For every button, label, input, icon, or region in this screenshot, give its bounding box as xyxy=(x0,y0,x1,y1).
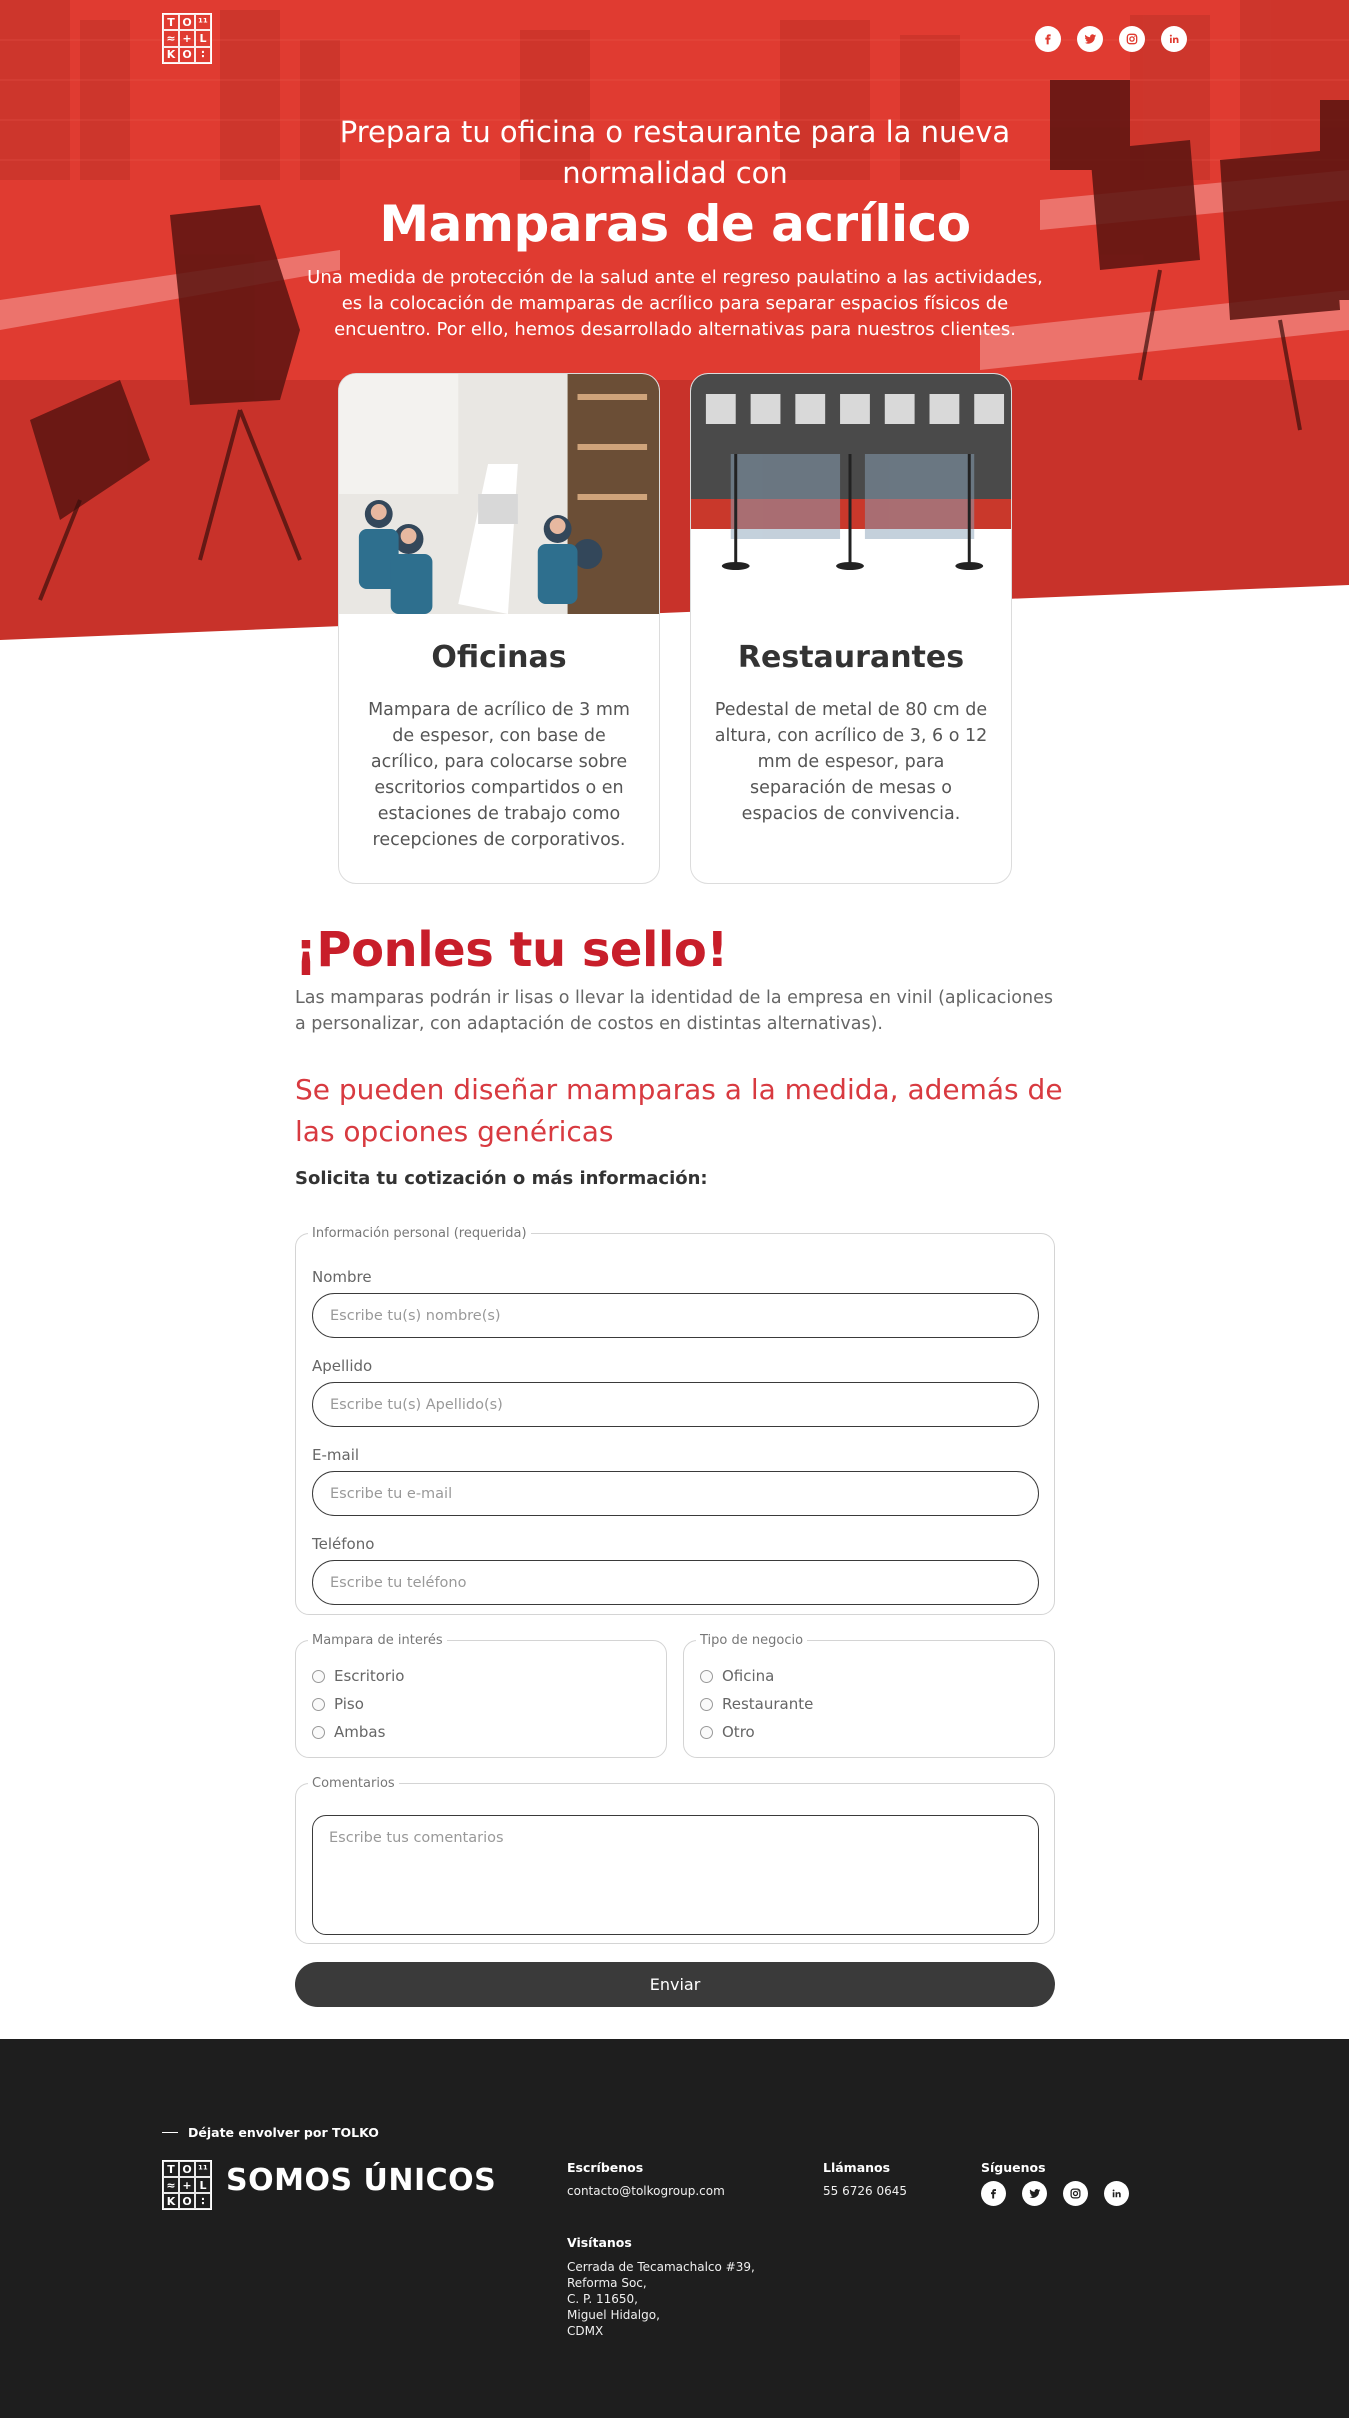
nombre-label: Nombre xyxy=(312,1268,372,1286)
email-link[interactable]: contacto@tolkogroup.com xyxy=(567,2183,725,2199)
card-restaurantes: Restaurantes Pedestal de metal de 80 cm … xyxy=(690,373,1012,884)
logo-cell: O xyxy=(179,2193,195,2209)
logo-cell: ≈ xyxy=(163,2177,179,2193)
tagline-text: Déjate envolver por TOLKO xyxy=(188,2125,379,2140)
logo-cell: K xyxy=(163,46,179,63)
address-line: C. P. 11650, xyxy=(567,2292,638,2306)
mampara-fieldset: Mampara de interés Escritorio Piso Ambas xyxy=(295,1633,667,1758)
address-block: Cerrada de Tecamachalco #39, Reforma Soc… xyxy=(567,2259,755,2339)
logo-cell: ∶ xyxy=(195,2193,211,2209)
comentarios-fieldset: Comentarios xyxy=(295,1776,1055,1944)
logo-cell: + xyxy=(179,2177,195,2193)
restaurant-photo xyxy=(691,374,1011,614)
hero-subtitle: Prepara tu oficina o restaurante para la… xyxy=(339,115,1011,190)
quote-cta: Solicita tu cotización o más información… xyxy=(295,1168,708,1189)
facebook-icon[interactable] xyxy=(1035,26,1061,52)
radio-button[interactable] xyxy=(700,1697,713,1711)
logo-cell: T xyxy=(163,14,179,31)
escribenos-title: Escríbenos xyxy=(567,2160,644,2175)
logo-cell: O xyxy=(179,14,195,31)
radio-oficina[interactable]: Oficina xyxy=(700,1667,774,1685)
radio-button[interactable] xyxy=(312,1697,325,1711)
personal-info-legend: Información personal (requerida) xyxy=(312,1226,527,1241)
radio-label: Restaurante xyxy=(722,1695,814,1713)
email-label: E-mail xyxy=(312,1446,360,1464)
mampara-legend: Mampara de interés xyxy=(312,1633,443,1648)
card-title: Restaurantes xyxy=(737,640,965,675)
siguenos-title: Síguenos xyxy=(981,2160,1046,2175)
address-line: CDMX xyxy=(567,2324,604,2338)
card-oficinas: Oficinas Mampara de acrílico de 3 mm de … xyxy=(338,373,660,884)
sello-subtitle: Se pueden diseñar mamparas a la medida, … xyxy=(295,1073,1063,1148)
logo-cell: ∶ xyxy=(195,46,211,63)
radio-label: Oficina xyxy=(722,1667,775,1685)
negocio-fieldset: Tipo de negocio Oficina Restaurante Otro xyxy=(683,1633,1055,1758)
twitter-icon[interactable] xyxy=(1077,26,1103,52)
radio-restaurante[interactable]: Restaurante xyxy=(700,1695,813,1713)
radio-piso[interactable]: Piso xyxy=(312,1695,364,1713)
telefono-label: Teléfono xyxy=(312,1535,375,1553)
linkedin-icon[interactable] xyxy=(1104,2181,1129,2206)
footer-social-links xyxy=(981,2181,1129,2206)
sello-text: Las mamparas podrán ir lisas o llevar la… xyxy=(295,988,1053,1034)
negocio-legend: Tipo de negocio xyxy=(700,1633,804,1648)
hero-description: Una medida de protección de la salud ant… xyxy=(307,267,1043,340)
radio-label: Otro xyxy=(722,1723,755,1741)
card-text: Pedestal de metal de 80 cm de altura, co… xyxy=(714,700,988,824)
nombre-input[interactable] xyxy=(312,1293,1039,1338)
footer-tagline: Déjate envolver por TOLKO xyxy=(162,2125,379,2140)
enviar-button[interactable]: Enviar xyxy=(295,1962,1055,2007)
footer-logo[interactable]: T O ¹¹ ≈ + L K O ∶ xyxy=(162,2160,212,2210)
footer-brand: SOMOS ÚNICOS xyxy=(226,2163,497,2198)
sello-title: ¡Ponles tu sello! xyxy=(295,922,728,978)
llamanos-title: Llámanos xyxy=(823,2160,891,2175)
logo-cell: T xyxy=(163,2161,179,2177)
personal-info-fieldset: Información personal (requerida) Nombre … xyxy=(295,1226,1055,1615)
radio-label: Escritorio xyxy=(334,1667,405,1685)
visitanos-title: Visítanos xyxy=(567,2235,632,2250)
logo-cell: K xyxy=(163,2193,179,2209)
logo-cell: O xyxy=(179,46,195,63)
tolko-logo[interactable]: T O ¹¹ ≈ + L K O ∶ xyxy=(162,13,212,64)
radio-escritorio[interactable]: Escritorio xyxy=(312,1667,404,1685)
radio-label: Piso xyxy=(334,1695,364,1713)
logo-cell: L xyxy=(195,2177,211,2193)
apellido-input[interactable] xyxy=(312,1382,1039,1427)
instagram-icon[interactable] xyxy=(1119,26,1145,52)
address-line: Cerrada de Tecamachalco #39, xyxy=(567,2260,755,2274)
email-input[interactable] xyxy=(312,1471,1039,1516)
card-text: Mampara de acrílico de 3 mm de espesor, … xyxy=(368,700,630,850)
office-photo xyxy=(339,374,659,614)
logo-cell: ¹¹ xyxy=(195,2161,211,2177)
instagram-icon[interactable] xyxy=(1063,2181,1088,2206)
footer: Déjate envolver por TOLKO T O ¹¹ ≈ + L K… xyxy=(0,2039,1349,2418)
phone-link[interactable]: 55 6726 0645 xyxy=(823,2183,907,2199)
radio-otro[interactable]: Otro xyxy=(700,1723,755,1741)
logo-cell: ¹¹ xyxy=(195,14,211,31)
radio-button[interactable] xyxy=(700,1725,713,1739)
card-title: Oficinas xyxy=(431,640,567,675)
hero-title: Mamparas de acrílico xyxy=(379,195,971,253)
logo-cell: + xyxy=(179,30,195,47)
header-social-links xyxy=(1035,26,1187,52)
twitter-icon[interactable] xyxy=(1022,2181,1047,2206)
radio-button[interactable] xyxy=(312,1669,325,1683)
comentarios-legend: Comentarios xyxy=(312,1776,395,1791)
radio-button[interactable] xyxy=(700,1669,713,1683)
apellido-label: Apellido xyxy=(312,1357,373,1375)
radio-button[interactable] xyxy=(312,1725,325,1739)
tagline-dash xyxy=(162,2131,178,2134)
linkedin-icon[interactable] xyxy=(1161,26,1187,52)
telefono-input[interactable] xyxy=(312,1560,1039,1605)
address-line: Miguel Hidalgo, xyxy=(567,2308,660,2322)
logo-cell: L xyxy=(195,30,211,47)
facebook-icon[interactable] xyxy=(981,2181,1006,2206)
comentarios-textarea[interactable] xyxy=(312,1815,1039,1935)
logo-cell: O xyxy=(179,2161,195,2177)
address-line: Reforma Soc, xyxy=(567,2276,647,2290)
radio-label: Ambas xyxy=(334,1723,386,1741)
radio-ambas[interactable]: Ambas xyxy=(312,1723,385,1741)
logo-cell: ≈ xyxy=(163,30,179,47)
